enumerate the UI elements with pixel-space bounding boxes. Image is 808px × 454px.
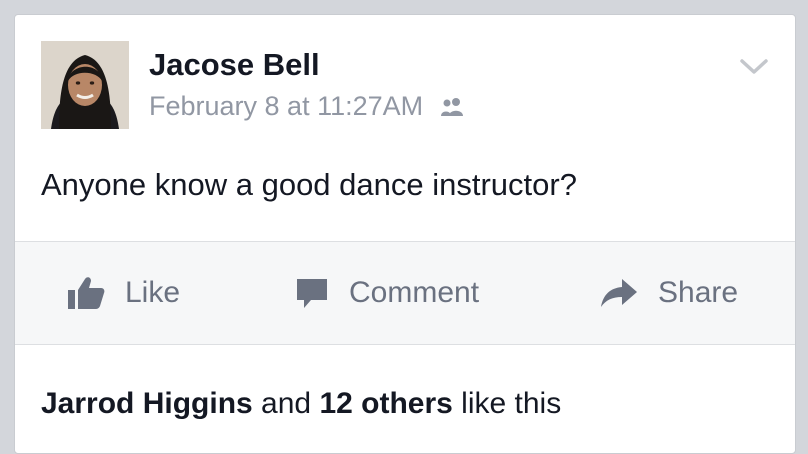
like-label: Like: [125, 276, 181, 309]
chevron-down-icon[interactable]: [737, 55, 771, 79]
author-name[interactable]: Jacose Bell: [149, 47, 320, 83]
likes-suffix: like this: [452, 387, 562, 420]
liker-name[interactable]: Jarrod Higgins: [41, 387, 253, 420]
likes-connector: and: [252, 387, 320, 420]
thumbs-up-icon: [67, 276, 105, 310]
likes-summary[interactable]: Jarrod Higgins and 12 others like this: [41, 387, 561, 421]
post-card: Jacose Bell February 8 at 11:27AM Anyone…: [14, 14, 796, 454]
like-button[interactable]: Like: [67, 242, 180, 344]
likes-others[interactable]: 12 others: [319, 387, 452, 420]
action-bar: Like Comment Share: [15, 241, 795, 345]
friends-icon[interactable]: [439, 97, 465, 117]
post-meta: February 8 at 11:27AM: [149, 91, 465, 122]
avatar[interactable]: [41, 41, 129, 129]
comment-label: Comment: [349, 276, 480, 309]
share-label: Share: [658, 276, 739, 309]
comment-icon: [295, 276, 329, 310]
post-text: Anyone know a good dance instructor?: [41, 167, 577, 202]
share-arrow-icon: [600, 278, 638, 308]
share-button[interactable]: Share: [600, 242, 738, 344]
avatar-photo: [41, 41, 129, 129]
post-timestamp[interactable]: February 8 at 11:27AM: [149, 91, 423, 122]
comment-button[interactable]: Comment: [295, 242, 479, 344]
